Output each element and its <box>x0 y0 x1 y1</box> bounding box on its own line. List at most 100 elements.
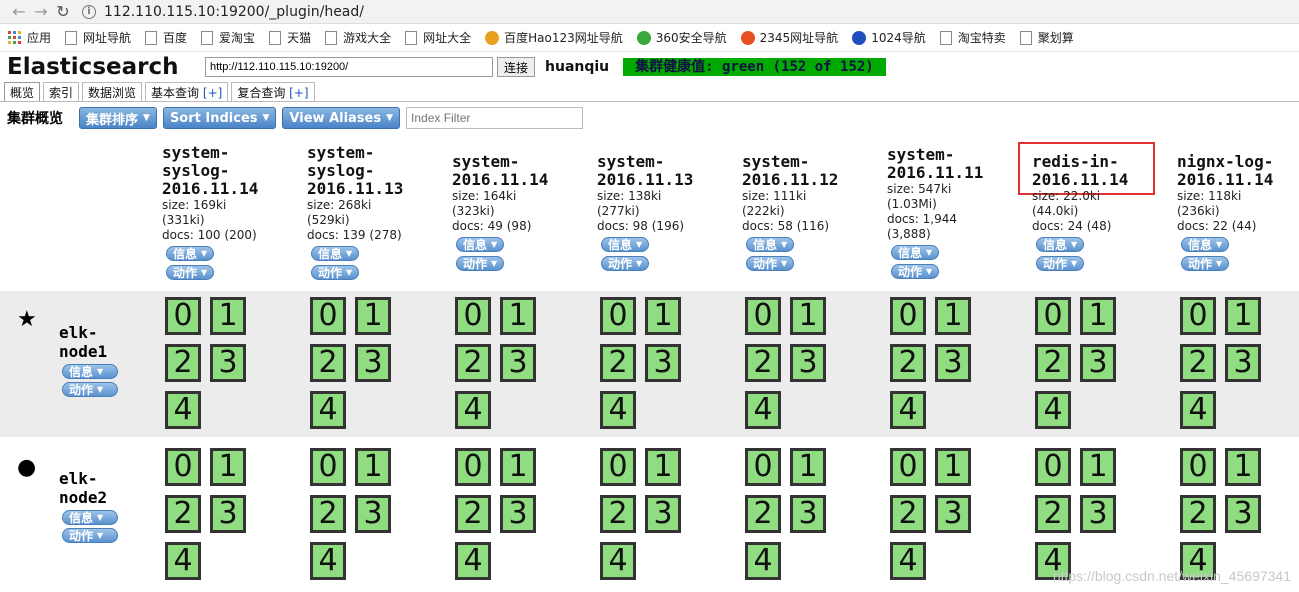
node-info-button[interactable]: 信息 ▼ <box>62 364 118 379</box>
tab-item[interactable]: 复合查询 [+] <box>231 82 315 101</box>
shard-box[interactable]: 3 <box>355 495 391 533</box>
shard-box[interactable]: 1 <box>645 297 681 335</box>
shard-box[interactable]: 3 <box>1225 495 1261 533</box>
tab-add-link[interactable]: [+] <box>289 86 308 100</box>
bookmark-item[interactable]: 网址大全 <box>405 29 471 46</box>
shard-box[interactable]: 3 <box>935 495 971 533</box>
shard-box[interactable]: 2 <box>1035 344 1071 382</box>
shard-box[interactable]: 2 <box>455 344 491 382</box>
shard-box[interactable]: 1 <box>500 297 536 335</box>
shard-box[interactable]: 2 <box>1180 495 1216 533</box>
shard-box[interactable]: 1 <box>935 448 971 486</box>
tab-item[interactable]: 数据浏览 <box>82 82 143 101</box>
address-bar[interactable]: i 112.110.115.10:19200/_plugin/head/ <box>82 4 364 20</box>
shard-box[interactable]: 2 <box>165 495 201 533</box>
node-action-button[interactable]: 动作 ▼ <box>62 382 118 397</box>
tab-item[interactable]: 基本查询 [+] <box>145 82 229 101</box>
shard-box[interactable]: 0 <box>600 448 636 486</box>
shard-box[interactable]: 3 <box>645 495 681 533</box>
shard-box[interactable]: 0 <box>310 297 346 335</box>
shard-box[interactable]: 4 <box>890 391 926 429</box>
shard-box[interactable]: 4 <box>745 542 781 580</box>
tab-item[interactable]: 索引 <box>43 82 80 101</box>
index-action-button[interactable]: 动作 ▼ <box>601 256 650 271</box>
shard-box[interactable]: 1 <box>645 448 681 486</box>
bookmark-item[interactable]: 百度 <box>145 29 187 46</box>
shard-box[interactable]: 3 <box>790 495 826 533</box>
shard-box[interactable]: 1 <box>355 448 391 486</box>
shard-box[interactable]: 2 <box>600 344 636 382</box>
bookmark-item[interactable]: 淘宝特卖 <box>939 29 1006 46</box>
shard-box[interactable]: 3 <box>500 344 536 382</box>
tab-item[interactable]: 概览 <box>4 82 41 101</box>
shard-box[interactable]: 4 <box>310 391 346 429</box>
index-info-button[interactable]: 信息 ▼ <box>601 237 650 252</box>
shard-box[interactable]: 2 <box>310 344 346 382</box>
shard-box[interactable]: 2 <box>600 495 636 533</box>
shard-box[interactable]: 0 <box>455 297 491 335</box>
shard-box[interactable]: 0 <box>745 297 781 335</box>
index-info-button[interactable]: 信息 ▼ <box>311 246 360 261</box>
shard-box[interactable]: 2 <box>1180 344 1216 382</box>
index-action-button[interactable]: 动作 ▼ <box>891 264 940 279</box>
node-info-button[interactable]: 信息 ▼ <box>62 510 118 525</box>
shard-box[interactable]: 3 <box>1080 344 1116 382</box>
connect-button[interactable]: 连接 <box>497 57 536 77</box>
site-info-icon[interactable]: i <box>82 4 96 19</box>
shard-box[interactable]: 3 <box>935 344 971 382</box>
address-url[interactable]: 112.110.115.10:19200/_plugin/head/ <box>104 4 364 20</box>
shard-box[interactable]: 1 <box>790 297 826 335</box>
bookmark-item[interactable]: 应用 <box>8 29 51 46</box>
sort-indices-button[interactable]: Sort Indices ▼ <box>162 107 277 129</box>
bookmark-item[interactable]: 百度Hao123网址导航 <box>485 29 623 46</box>
shard-box[interactable]: 0 <box>1180 297 1216 335</box>
shard-box[interactable]: 4 <box>1035 391 1071 429</box>
shard-box[interactable]: 2 <box>745 495 781 533</box>
shard-box[interactable]: 2 <box>890 495 926 533</box>
shard-box[interactable]: 2 <box>890 344 926 382</box>
index-info-button[interactable]: 信息 ▼ <box>891 245 940 260</box>
shard-box[interactable]: 1 <box>500 448 536 486</box>
shard-box[interactable]: 2 <box>745 344 781 382</box>
shard-box[interactable]: 3 <box>210 344 246 382</box>
shard-box[interactable]: 4 <box>165 391 201 429</box>
index-info-button[interactable]: 信息 ▼ <box>746 237 795 252</box>
index-action-button[interactable]: 动作 ▼ <box>1181 256 1230 271</box>
shard-box[interactable]: 4 <box>745 391 781 429</box>
index-action-button[interactable]: 动作 ▼ <box>746 256 795 271</box>
shard-box[interactable]: 1 <box>210 448 246 486</box>
bookmark-item[interactable]: 天猫 <box>269 29 311 46</box>
sort-cluster-button[interactable]: 集群排序 ▼ <box>79 107 157 129</box>
shard-box[interactable]: 1 <box>1225 448 1261 486</box>
shard-box[interactable]: 0 <box>1035 448 1071 486</box>
shard-box[interactable]: 4 <box>310 542 346 580</box>
shard-box[interactable]: 0 <box>745 448 781 486</box>
shard-box[interactable]: 3 <box>1080 495 1116 533</box>
shard-box[interactable]: 1 <box>355 297 391 335</box>
node-action-button[interactable]: 动作 ▼ <box>62 528 118 543</box>
shard-box[interactable]: 0 <box>165 448 201 486</box>
shard-box[interactable]: 2 <box>455 495 491 533</box>
index-filter-input[interactable] <box>406 107 584 129</box>
reload-icon[interactable]: ↻ <box>52 1 74 23</box>
shard-box[interactable]: 3 <box>790 344 826 382</box>
shard-box[interactable]: 1 <box>1225 297 1261 335</box>
shard-box[interactable]: 3 <box>210 495 246 533</box>
shard-box[interactable]: 4 <box>165 542 201 580</box>
index-action-button[interactable]: 动作 ▼ <box>1036 256 1085 271</box>
bookmark-item[interactable]: 网址导航 <box>65 29 131 46</box>
shard-box[interactable]: 3 <box>1225 344 1261 382</box>
connect-url-input[interactable] <box>205 57 493 77</box>
index-info-button[interactable]: 信息 ▼ <box>1036 237 1085 252</box>
index-info-button[interactable]: 信息 ▼ <box>166 246 215 261</box>
shard-box[interactable]: 4 <box>455 391 491 429</box>
index-info-button[interactable]: 信息 ▼ <box>1181 237 1230 252</box>
back-arrow-icon[interactable]: ← <box>8 1 30 23</box>
shard-box[interactable]: 2 <box>310 495 346 533</box>
shard-box[interactable]: 1 <box>1080 297 1116 335</box>
shard-box[interactable]: 1 <box>1080 448 1116 486</box>
index-action-button[interactable]: 动作 ▼ <box>456 256 505 271</box>
shard-box[interactable]: 3 <box>500 495 536 533</box>
shard-box[interactable]: 4 <box>1180 391 1216 429</box>
shard-box[interactable]: 0 <box>890 448 926 486</box>
